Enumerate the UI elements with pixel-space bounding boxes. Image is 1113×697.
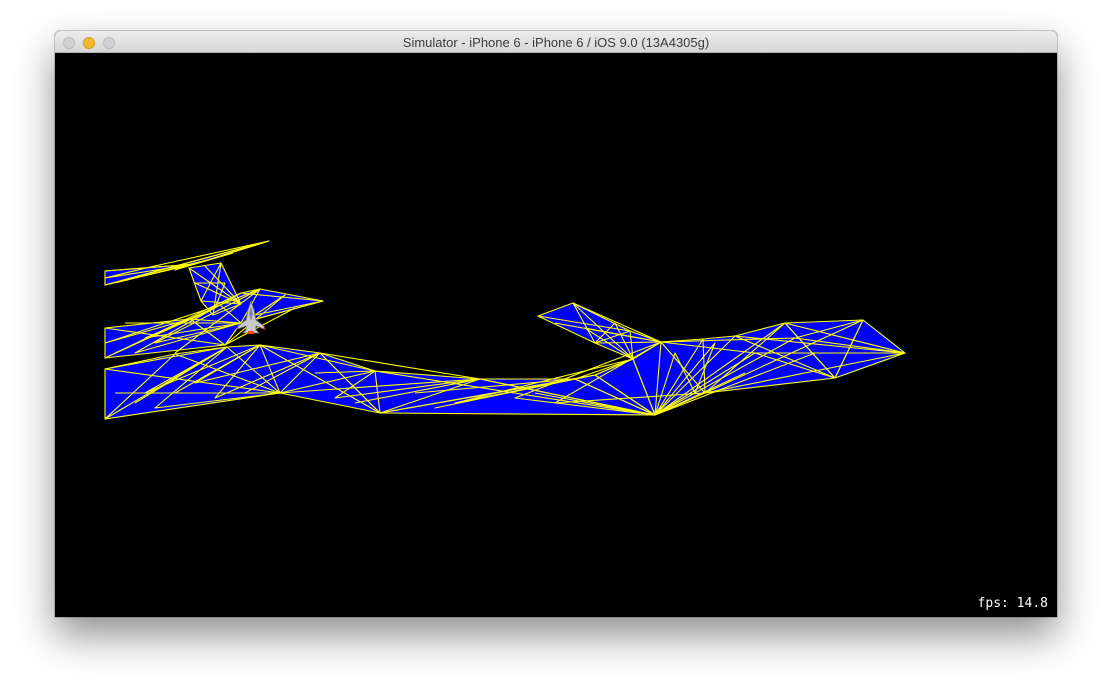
navmesh-fill	[105, 241, 905, 419]
game-viewport[interactable]: fps: 14.8	[55, 53, 1057, 617]
window-title: Simulator - iPhone 6 - iPhone 6 / iOS 9.…	[402, 35, 710, 50]
title-bar[interactable]: Simulator - iPhone 6 - iPhone 6 / iOS 9.…	[55, 31, 1057, 53]
fps-counter: fps: 14.8	[977, 596, 1048, 611]
simulator-window: Simulator - iPhone 6 - iPhone 6 / iOS 9.…	[55, 31, 1057, 617]
navmesh-scene	[104, 240, 906, 420]
